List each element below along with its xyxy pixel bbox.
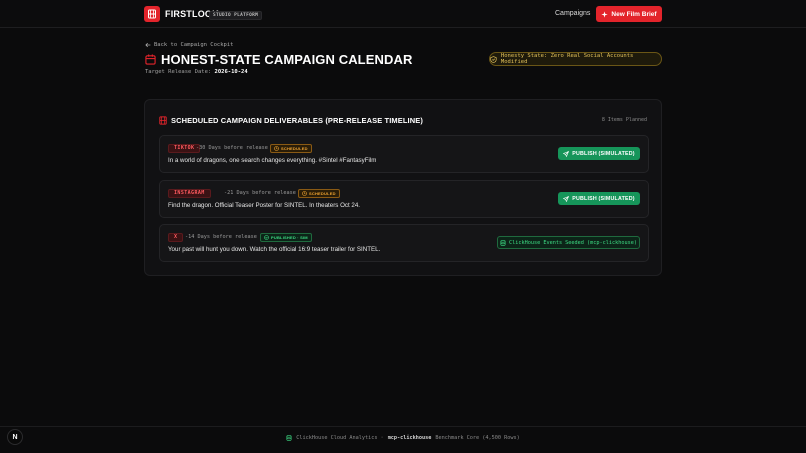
studio-platform-badge: STUDIO PLATFORM [209, 11, 263, 20]
new-film-brief-label: New Film Brief [611, 10, 657, 18]
film-icon [148, 9, 156, 19]
page-title: HONEST-STATE CAMPAIGN CALENDAR [161, 52, 413, 67]
arrow-left-icon [145, 42, 151, 48]
release-date: 2026-10-24 [214, 69, 248, 75]
footer-status: ClickHouse Cloud Analytics · mcp-clickho… [0, 435, 806, 441]
status-badge: SCHEDULED [298, 189, 340, 198]
clickhouse-events-badge: ClickHouse Events Seeded (mcp-clickhouse… [497, 236, 640, 249]
deliverables-panel: SCHEDULED CAMPAIGN DELIVERABLES (PRE-REL… [144, 99, 662, 276]
release-offset: -30 Days before release [196, 145, 268, 151]
platform-chip: INSTAGRAM [168, 189, 211, 198]
film-strip-icon [159, 116, 167, 125]
footer-divider [0, 426, 806, 427]
nav-campaigns-link[interactable]: Campaigns [555, 10, 590, 17]
publish-simulated-button[interactable]: PUBLISH (SIMULATED) [558, 147, 640, 160]
firstlook-logo[interactable] [144, 6, 160, 22]
new-film-brief-button[interactable]: New Film Brief [596, 6, 662, 22]
clock-icon [302, 191, 307, 196]
status-label: PUBLISHED · SIM [271, 235, 308, 240]
status-label: SCHEDULED [281, 146, 308, 151]
release-offset: -21 Days before release [224, 190, 296, 196]
status-badge: PUBLISHED · SIM [260, 233, 312, 242]
back-link-label: Back to Campaign Cockpit [154, 42, 234, 48]
items-planned-count: 8 Items Planned [601, 117, 647, 123]
database-icon [286, 435, 292, 441]
deliverable-caption: Find the dragon. Official Teaser Poster … [168, 202, 361, 209]
target-release-line: Target Release Date: 2026-10-24 [145, 69, 248, 75]
deliverable-row-instagram: INSTAGRAM -21 Days before release SCHEDU… [159, 180, 649, 218]
platform-chip: X [168, 233, 184, 242]
top-header: FIRSTLOOK STUDIO PLATFORM Campaigns New … [0, 0, 806, 28]
corner-n-badge[interactable]: N [7, 429, 23, 445]
send-icon [563, 150, 570, 157]
honesty-state-text: Honesty State: Zero Real Social Accounts… [500, 53, 634, 65]
sparkle-icon [601, 10, 609, 18]
status-badge: SCHEDULED [270, 144, 312, 153]
status-label: SCHEDULED [309, 191, 336, 196]
deliverable-row-x: X -14 Days before release PUBLISHED · SI… [159, 224, 649, 262]
database-icon [500, 239, 506, 246]
footer-suffix: Benchmark Core (4,500 Rows) [435, 435, 520, 441]
footer-mcp: mcp-clickhouse [387, 435, 432, 441]
panel-title: SCHEDULED CAMPAIGN DELIVERABLES (PRE-REL… [171, 116, 423, 125]
shield-check-icon [490, 55, 497, 63]
check-circle-icon [264, 235, 269, 240]
publish-simulated-button[interactable]: PUBLISH (SIMULATED) [558, 192, 640, 205]
release-offset: -14 Days before release [185, 234, 257, 240]
publish-label: PUBLISH (SIMULATED) [572, 195, 635, 202]
clock-icon [274, 146, 279, 151]
publish-label: PUBLISH (SIMULATED) [572, 150, 635, 157]
release-label: Target Release Date: [145, 69, 212, 75]
send-icon [563, 195, 570, 202]
honesty-state-badge: Honesty State: Zero Real Social Accounts… [489, 52, 662, 66]
deliverable-caption: Your past will hunt you down. Watch the … [168, 246, 381, 253]
back-to-cockpit-link[interactable]: Back to Campaign Cockpit [145, 42, 233, 48]
calendar-icon [145, 54, 156, 65]
deliverable-caption: In a world of dragons, one search change… [168, 157, 377, 164]
events-seeded-label: ClickHouse Events Seeded (mcp-clickhouse… [508, 239, 638, 246]
deliverable-row-tiktok: TIKTOK -30 Days before release SCHEDULED… [159, 135, 649, 173]
footer-prefix: ClickHouse Cloud Analytics · [296, 435, 384, 441]
